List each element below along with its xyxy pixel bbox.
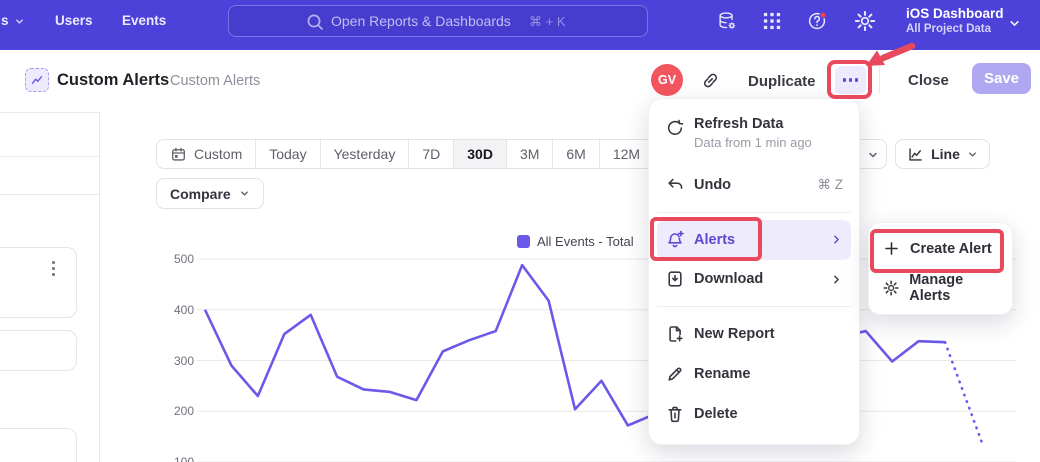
chevron-right-icon <box>830 233 843 246</box>
menu-item-label: Refresh Data <box>694 116 812 132</box>
menu-item-label: Rename <box>694 366 750 382</box>
share-link-icon[interactable] <box>701 71 720 90</box>
duplicate-button[interactable]: Duplicate <box>748 73 816 90</box>
menu-item-label: Undo <box>694 177 731 193</box>
chevron-right-icon <box>830 273 843 286</box>
menu-item-download[interactable]: Download <box>657 260 851 300</box>
search-icon <box>305 12 325 32</box>
submenu-item-label: Manage Alerts <box>909 272 998 304</box>
trash-icon <box>665 404 685 424</box>
search-placeholder: Open Reports & Dashboards <box>331 13 511 29</box>
chevron-down-icon <box>867 149 879 161</box>
clipped-card[interactable] <box>0 330 77 371</box>
chart-type-button[interactable]: Line <box>895 139 990 169</box>
apps-grid-icon[interactable] <box>761 10 783 32</box>
project-scope: All Project Data <box>906 22 1006 36</box>
line-chart-icon <box>907 146 924 163</box>
menu-item-label: New Report <box>694 326 775 342</box>
menu-item-rename[interactable]: Rename <box>657 354 851 394</box>
menu-item-label: Alerts <box>694 232 735 248</box>
submenu-item-create-alert[interactable]: Create Alert <box>869 229 1012 269</box>
menu-item-refresh-data[interactable]: Refresh Data Data from 1 min ago <box>657 109 851 165</box>
menu-separator <box>657 306 851 307</box>
menu-item-delete[interactable]: Delete <box>657 394 851 434</box>
report-header: Custom Alerts Custom Alerts GV Duplicate… <box>0 50 1040 110</box>
nav-item-partial[interactable]: s <box>1 13 9 28</box>
insights-report-icon <box>25 68 49 92</box>
notification-dot <box>820 12 826 18</box>
project-name: iOS Dashboard <box>906 6 1006 22</box>
submenu-item-manage-alerts[interactable]: Manage Alerts <box>869 269 1012 309</box>
menu-item-label: Download <box>694 271 763 287</box>
nav-item-users[interactable]: Users <box>55 13 93 28</box>
menu-item-new-report[interactable]: New Report <box>657 314 851 354</box>
bell-plus-icon <box>665 230 685 250</box>
help-icon[interactable] <box>806 10 828 32</box>
y-axis-tick: 200 <box>160 404 194 418</box>
y-axis-tick: 400 <box>160 303 194 317</box>
save-button[interactable]: Save <box>972 63 1031 94</box>
left-panel-border <box>99 112 100 462</box>
y-axis-tick: 300 <box>160 354 194 368</box>
project-switcher[interactable]: iOS Dashboard All Project Data <box>906 6 1006 36</box>
left-panel-divider <box>0 194 99 195</box>
kebab-menu-icon[interactable] <box>52 261 55 276</box>
chart-legend: All Events - Total <box>517 234 634 249</box>
range-yesterday[interactable]: Yesterday <box>320 140 409 168</box>
menu-separator <box>657 212 851 213</box>
gear-icon <box>883 279 899 297</box>
range-today[interactable]: Today <box>255 140 319 168</box>
y-axis-tick: 100 <box>160 455 194 462</box>
nav-item-events[interactable]: Events <box>122 13 166 28</box>
alerts-submenu: Create Alert Manage Alerts <box>868 222 1013 315</box>
new-report-icon <box>665 324 685 344</box>
data-settings-icon[interactable] <box>716 10 738 32</box>
range-12m[interactable]: 12M <box>599 140 653 168</box>
top-nav: s Users Events Open Reports & Dashboards… <box>0 0 1040 50</box>
search-input[interactable]: Open Reports & Dashboards ⌘ + K <box>228 5 648 37</box>
download-icon <box>665 269 685 289</box>
left-panel-divider <box>0 156 99 157</box>
pencil-icon <box>665 364 685 384</box>
page-title: Custom Alerts <box>57 71 169 90</box>
chevron-down-icon <box>239 188 250 199</box>
legend-label: All Events - Total <box>537 234 634 249</box>
clipped-card[interactable] <box>0 428 77 462</box>
calendar-icon <box>170 146 187 163</box>
range-3m[interactable]: 3M <box>506 140 552 168</box>
submenu-item-label: Create Alert <box>910 241 992 257</box>
chevron-down-icon <box>1008 17 1021 30</box>
menu-item-alerts[interactable]: Alerts <box>657 220 851 260</box>
clipped-card[interactable] <box>0 247 77 318</box>
more-options-menu: Refresh Data Data from 1 min ago Undo ⌘ … <box>648 98 860 445</box>
avatar[interactable]: GV <box>651 64 683 96</box>
chevron-down-icon <box>14 16 25 27</box>
close-button[interactable]: Close <box>908 72 949 89</box>
search-shortcut: ⌘ + K <box>529 14 566 30</box>
menu-item-shortcut: ⌘ Z <box>818 177 844 193</box>
chevron-down-icon <box>967 149 978 160</box>
menu-item-undo[interactable]: Undo ⌘ Z <box>657 165 851 205</box>
range-custom[interactable]: Custom <box>157 140 255 168</box>
undo-icon <box>665 175 685 195</box>
compare-button[interactable]: Compare <box>156 178 264 209</box>
settings-gear-icon[interactable] <box>854 10 876 32</box>
left-panel-divider <box>0 112 99 113</box>
app-window: s Users Events Open Reports & Dashboards… <box>0 0 1040 462</box>
breadcrumb: Custom Alerts <box>170 73 260 89</box>
header-divider <box>879 66 880 94</box>
y-axis-tick: 500 <box>160 252 194 266</box>
date-range-control: Custom TodayYesterday7D30D3M6M12M <box>156 139 654 169</box>
range-7d[interactable]: 7D <box>408 140 453 168</box>
range-30d[interactable]: 30D <box>453 140 506 168</box>
menu-item-label: Delete <box>694 406 738 422</box>
refresh-icon <box>665 118 685 138</box>
more-options-button[interactable] <box>835 66 866 94</box>
plus-icon <box>883 240 900 257</box>
menu-item-sublabel: Data from 1 min ago <box>694 135 812 150</box>
range-6m[interactable]: 6M <box>552 140 598 168</box>
legend-swatch <box>517 235 530 248</box>
